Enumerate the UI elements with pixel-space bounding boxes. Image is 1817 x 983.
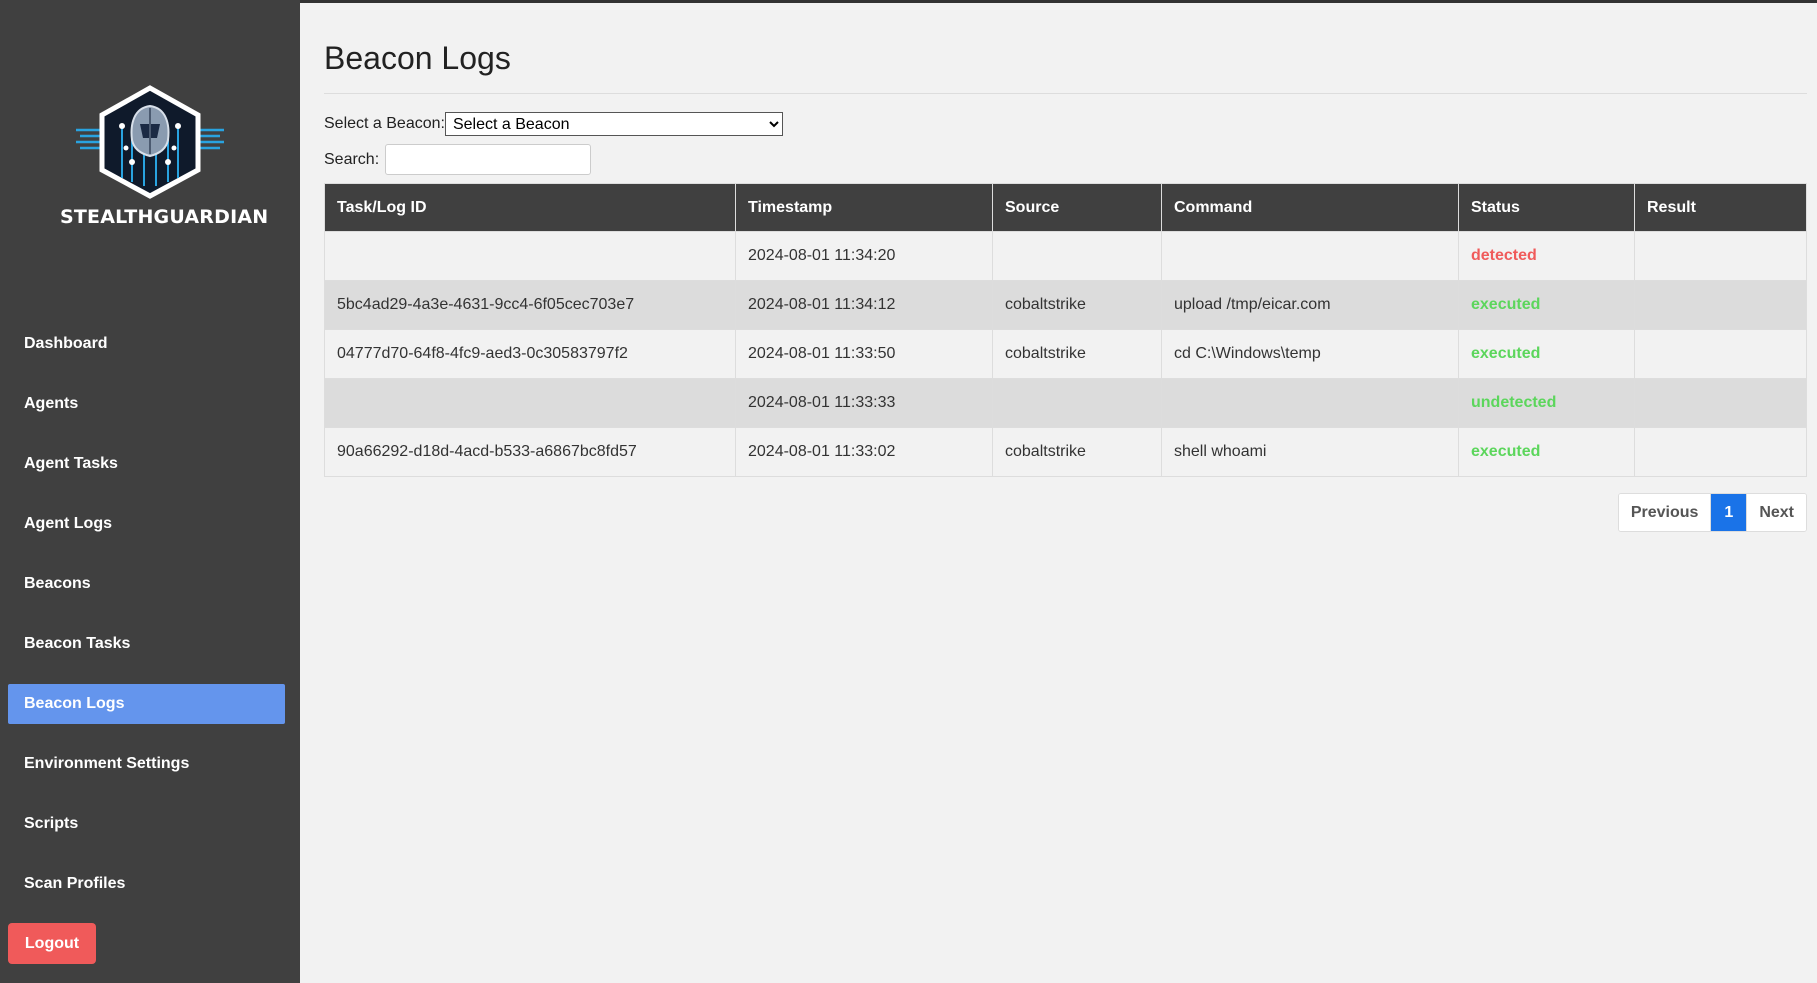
cell-status: undetected — [1458, 378, 1635, 428]
column-header-command[interactable]: Command — [1161, 183, 1459, 232]
table-row[interactable]: 90a66292-d18d-4acd-b533-a6867bc8fd57 202… — [324, 427, 1807, 477]
cell-timestamp: 2024-08-01 11:34:12 — [735, 280, 993, 330]
cell-timestamp: 2024-08-01 11:33:50 — [735, 329, 993, 379]
sidebar-item-agent-logs[interactable]: Agent Logs — [8, 504, 285, 544]
search-row: Search: — [324, 144, 1807, 175]
column-header-result[interactable]: Result — [1634, 183, 1807, 232]
table-row[interactable]: 2024-08-01 11:33:33 undetected — [324, 378, 1807, 428]
main-content: Beacon Logs Select a Beacon: Select a Be… — [324, 0, 1807, 532]
cell-source: cobaltstrike — [992, 329, 1162, 379]
cell-source — [992, 378, 1162, 428]
previous-page-button[interactable]: Previous — [1618, 494, 1712, 531]
brand-name: STEALTHGUARDIAN — [60, 206, 269, 228]
cell-result — [1634, 231, 1807, 281]
cell-source: cobaltstrike — [992, 427, 1162, 477]
logout-button[interactable]: Logout — [8, 923, 96, 964]
cell-command — [1161, 231, 1459, 281]
cell-id: 5bc4ad29-4a3e-4631-9cc4-6f05cec703e7 — [324, 280, 736, 330]
table-row[interactable]: 5bc4ad29-4a3e-4631-9cc4-6f05cec703e7 202… — [324, 280, 1807, 330]
sidebar: STEALTHGUARDIAN Dashboard Agents Agent T… — [0, 0, 300, 983]
cell-result — [1634, 329, 1807, 379]
pagination: Previous 1 Next — [1617, 493, 1807, 532]
sidebar-nav: Dashboard Agents Agent Tasks Agent Logs … — [8, 324, 285, 924]
sidebar-item-scripts[interactable]: Scripts — [8, 804, 285, 844]
cell-timestamp: 2024-08-01 11:33:02 — [735, 427, 993, 477]
page-1-button[interactable]: 1 — [1711, 494, 1748, 531]
table-row[interactable]: 04777d70-64f8-4fc9-aed3-0c30583797f2 202… — [324, 329, 1807, 379]
sidebar-item-beacon-tasks[interactable]: Beacon Tasks — [8, 624, 285, 664]
cell-result — [1634, 378, 1807, 428]
cell-timestamp: 2024-08-01 11:34:20 — [735, 231, 993, 281]
cell-timestamp: 2024-08-01 11:33:33 — [735, 378, 993, 428]
cell-command: shell whoami — [1161, 427, 1459, 477]
shield-knight-icon — [76, 85, 224, 199]
cell-status: executed — [1458, 427, 1635, 477]
brand-logo: STEALTHGUARDIAN — [60, 78, 269, 228]
cell-id — [324, 378, 736, 428]
cell-result — [1634, 427, 1807, 477]
cell-command — [1161, 378, 1459, 428]
table-row[interactable]: 2024-08-01 11:34:20 detected — [324, 231, 1807, 281]
beacon-select-label: Select a Beacon: — [324, 115, 445, 132]
sidebar-item-scan-profiles[interactable]: Scan Profiles — [8, 864, 285, 904]
sidebar-item-beacon-logs[interactable]: Beacon Logs — [8, 684, 285, 724]
beacon-filter: Select a Beacon: Select a Beacon — [324, 112, 1807, 136]
column-header-source[interactable]: Source — [992, 183, 1162, 232]
column-header-timestamp[interactable]: Timestamp — [735, 183, 993, 232]
sidebar-item-agent-tasks[interactable]: Agent Tasks — [8, 444, 285, 484]
page-title: Beacon Logs — [324, 40, 1807, 94]
sidebar-item-dashboard[interactable]: Dashboard — [8, 324, 285, 364]
cell-source: cobaltstrike — [992, 280, 1162, 330]
column-header-task-log-id[interactable]: Task/Log ID — [324, 183, 736, 232]
search-label: Search: — [324, 150, 380, 168]
cell-source — [992, 231, 1162, 281]
sidebar-item-beacons[interactable]: Beacons — [8, 564, 285, 604]
beacon-select[interactable]: Select a Beacon — [444, 112, 783, 136]
cell-status: detected — [1458, 231, 1635, 281]
cell-id: 90a66292-d18d-4acd-b533-a6867bc8fd57 — [324, 427, 736, 477]
beacon-logs-table: Task/Log ID Timestamp Source Command Sta… — [324, 183, 1807, 477]
cell-status: executed — [1458, 280, 1635, 330]
cell-command: upload /tmp/eicar.com — [1161, 280, 1459, 330]
cell-id: 04777d70-64f8-4fc9-aed3-0c30583797f2 — [324, 329, 736, 379]
cell-command: cd C:\Windows\temp — [1161, 329, 1459, 379]
table-header-row: Task/Log ID Timestamp Source Command Sta… — [324, 183, 1807, 232]
cell-status: executed — [1458, 329, 1635, 379]
sidebar-item-environment-settings[interactable]: Environment Settings — [8, 744, 285, 784]
search-input[interactable] — [385, 144, 592, 175]
cell-id — [324, 231, 736, 281]
sidebar-item-agents[interactable]: Agents — [8, 384, 285, 424]
column-header-status[interactable]: Status — [1458, 183, 1635, 232]
cell-result — [1634, 280, 1807, 330]
next-page-button[interactable]: Next — [1747, 494, 1806, 531]
